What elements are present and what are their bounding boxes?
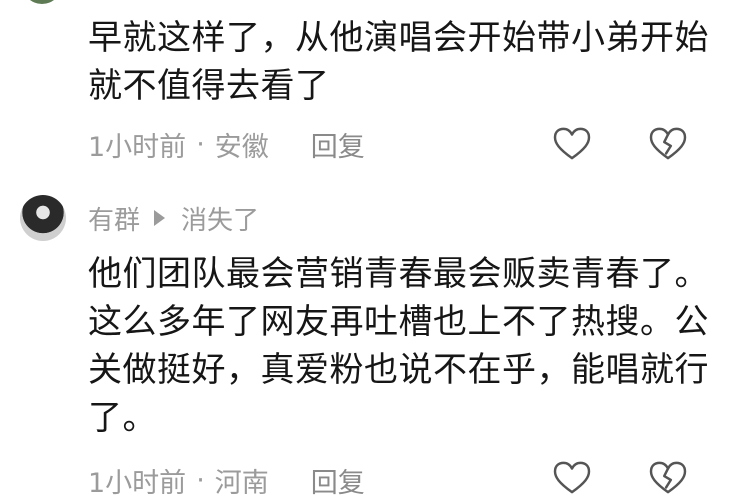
- comment-location: 河南: [214, 467, 269, 499]
- broken-heart-outline-icon: [649, 461, 687, 494]
- meta-separator: ·: [196, 128, 205, 160]
- meta-separator: ·: [196, 464, 205, 496]
- comment-text: 早就这样了，从他演唱会开始带小弟开始就不值得去看了: [88, 18, 709, 106]
- broken-heart-icon[interactable]: [648, 458, 688, 498]
- comment-location: 安徽: [214, 131, 269, 163]
- avatar[interactable]: [22, 0, 62, 4]
- comment-thread: 早就这样了，从他演唱会开始带小弟开始就不值得去看了 1小时前 · 安徽 回复 有…: [0, 0, 749, 501]
- broken-heart-outline-icon: [649, 127, 687, 160]
- username[interactable]: 有群: [88, 200, 140, 237]
- comment-header: 有群 消失了: [20, 192, 259, 244]
- reply-to-username[interactable]: 消失了: [181, 200, 259, 237]
- heart-outline-icon: [553, 461, 591, 494]
- avatar[interactable]: [20, 195, 66, 241]
- comment-meta: 1小时前 · 安徽 回复: [88, 124, 365, 164]
- comment-meta: 1小时前 · 河南 回复: [88, 460, 365, 500]
- play-triangle-icon: [154, 210, 166, 226]
- comment-time: 1小时前: [88, 467, 187, 499]
- comment-text: 他们团队最会营销青春最会贩卖青春了。这么多年了网友再吐槽也上不了热搜。公关做挺好…: [88, 254, 709, 438]
- reply-button[interactable]: 回复: [311, 125, 365, 164]
- heart-icon[interactable]: [552, 124, 592, 164]
- broken-heart-icon[interactable]: [648, 124, 688, 164]
- heart-outline-icon: [553, 127, 591, 160]
- heart-icon[interactable]: [552, 458, 592, 498]
- reply-button[interactable]: 回复: [311, 461, 365, 500]
- comment-time: 1小时前: [88, 131, 187, 163]
